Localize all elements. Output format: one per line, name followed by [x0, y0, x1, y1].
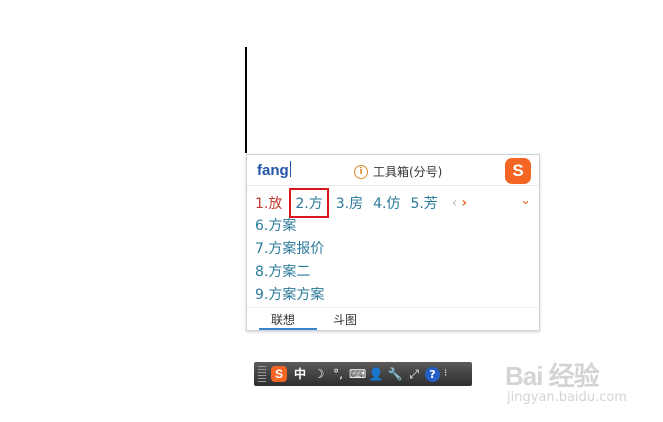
drag-grip-icon[interactable] [258, 366, 266, 382]
expand-candidates-icon[interactable]: ⌄ [520, 193, 531, 208]
prev-page-icon[interactable]: ‹ [452, 195, 458, 211]
candidate-1[interactable]: 1.放 [255, 193, 282, 213]
sogou-status-logo-icon[interactable]: S [271, 366, 287, 382]
help-icon[interactable]: ? [425, 366, 440, 382]
pinyin-text: fang [257, 162, 289, 179]
skin-icon[interactable]: ⤢ [406, 366, 422, 382]
candidate-3[interactable]: 3.房 [336, 193, 363, 213]
candidate-row: 1.放 2.方 3.房 4.仿 5.芳 ‹ › [255, 188, 467, 218]
active-tab-indicator [259, 328, 317, 330]
half-full-width-icon[interactable]: ☽ [311, 366, 327, 382]
phrase-candidate-7[interactable]: 7.方案报价 [255, 238, 324, 258]
ime-tabs: 联想 斗图 [247, 307, 539, 330]
text-caret [245, 47, 247, 153]
baidu-jingyan-watermark: Bai 经验 jingyan.baidu.com [505, 350, 655, 412]
punctuation-icon[interactable]: °, [330, 366, 346, 382]
pinyin-cursor [289, 161, 291, 177]
watermark-logo: Bai 经验 [505, 361, 600, 391]
info-icon: i [354, 164, 368, 179]
phrase-candidate-9[interactable]: 9.方案方案 [255, 284, 324, 304]
menu-dots-icon[interactable]: ⁝ [444, 369, 447, 379]
toolbox-label: 工具箱(分号) [373, 165, 443, 179]
phrase-candidate-6[interactable]: 6.方案 [255, 215, 296, 235]
soft-keyboard-icon[interactable]: ⌨ [349, 366, 366, 382]
candidate-2[interactable]: 2.方 [289, 188, 329, 218]
watermark-url: jingyan.baidu.com [507, 390, 627, 405]
pinyin-input: fang [257, 161, 291, 179]
phrase-candidate-8[interactable]: 8.方案二 [255, 261, 310, 281]
sogou-logo-icon[interactable]: S [505, 158, 531, 184]
ime-candidate-window: fang i 工具箱(分号) S 1.放 2.方 3.房 4.仿 5.芳 ‹ ›… [246, 154, 540, 331]
chinese-mode-toggle[interactable]: 中 [292, 366, 308, 382]
candidate-4[interactable]: 4.仿 [373, 193, 400, 213]
tools-wrench-icon[interactable]: 🔧 [387, 366, 403, 382]
candidate-5[interactable]: 5.芳 [410, 193, 437, 213]
ime-status-bar: S 中 ☽ °, ⌨ 👤 🔧 ⤢ ? ⁝ [254, 362, 472, 386]
toolbox-button[interactable]: i 工具箱(分号) [354, 163, 442, 180]
tab-doutu[interactable]: 斗图 [333, 311, 357, 328]
ime-header: fang i 工具箱(分号) S [247, 155, 539, 186]
next-page-icon[interactable]: › [461, 195, 467, 211]
user-icon[interactable]: 👤 [368, 366, 384, 382]
tab-associate[interactable]: 联想 [271, 311, 295, 328]
